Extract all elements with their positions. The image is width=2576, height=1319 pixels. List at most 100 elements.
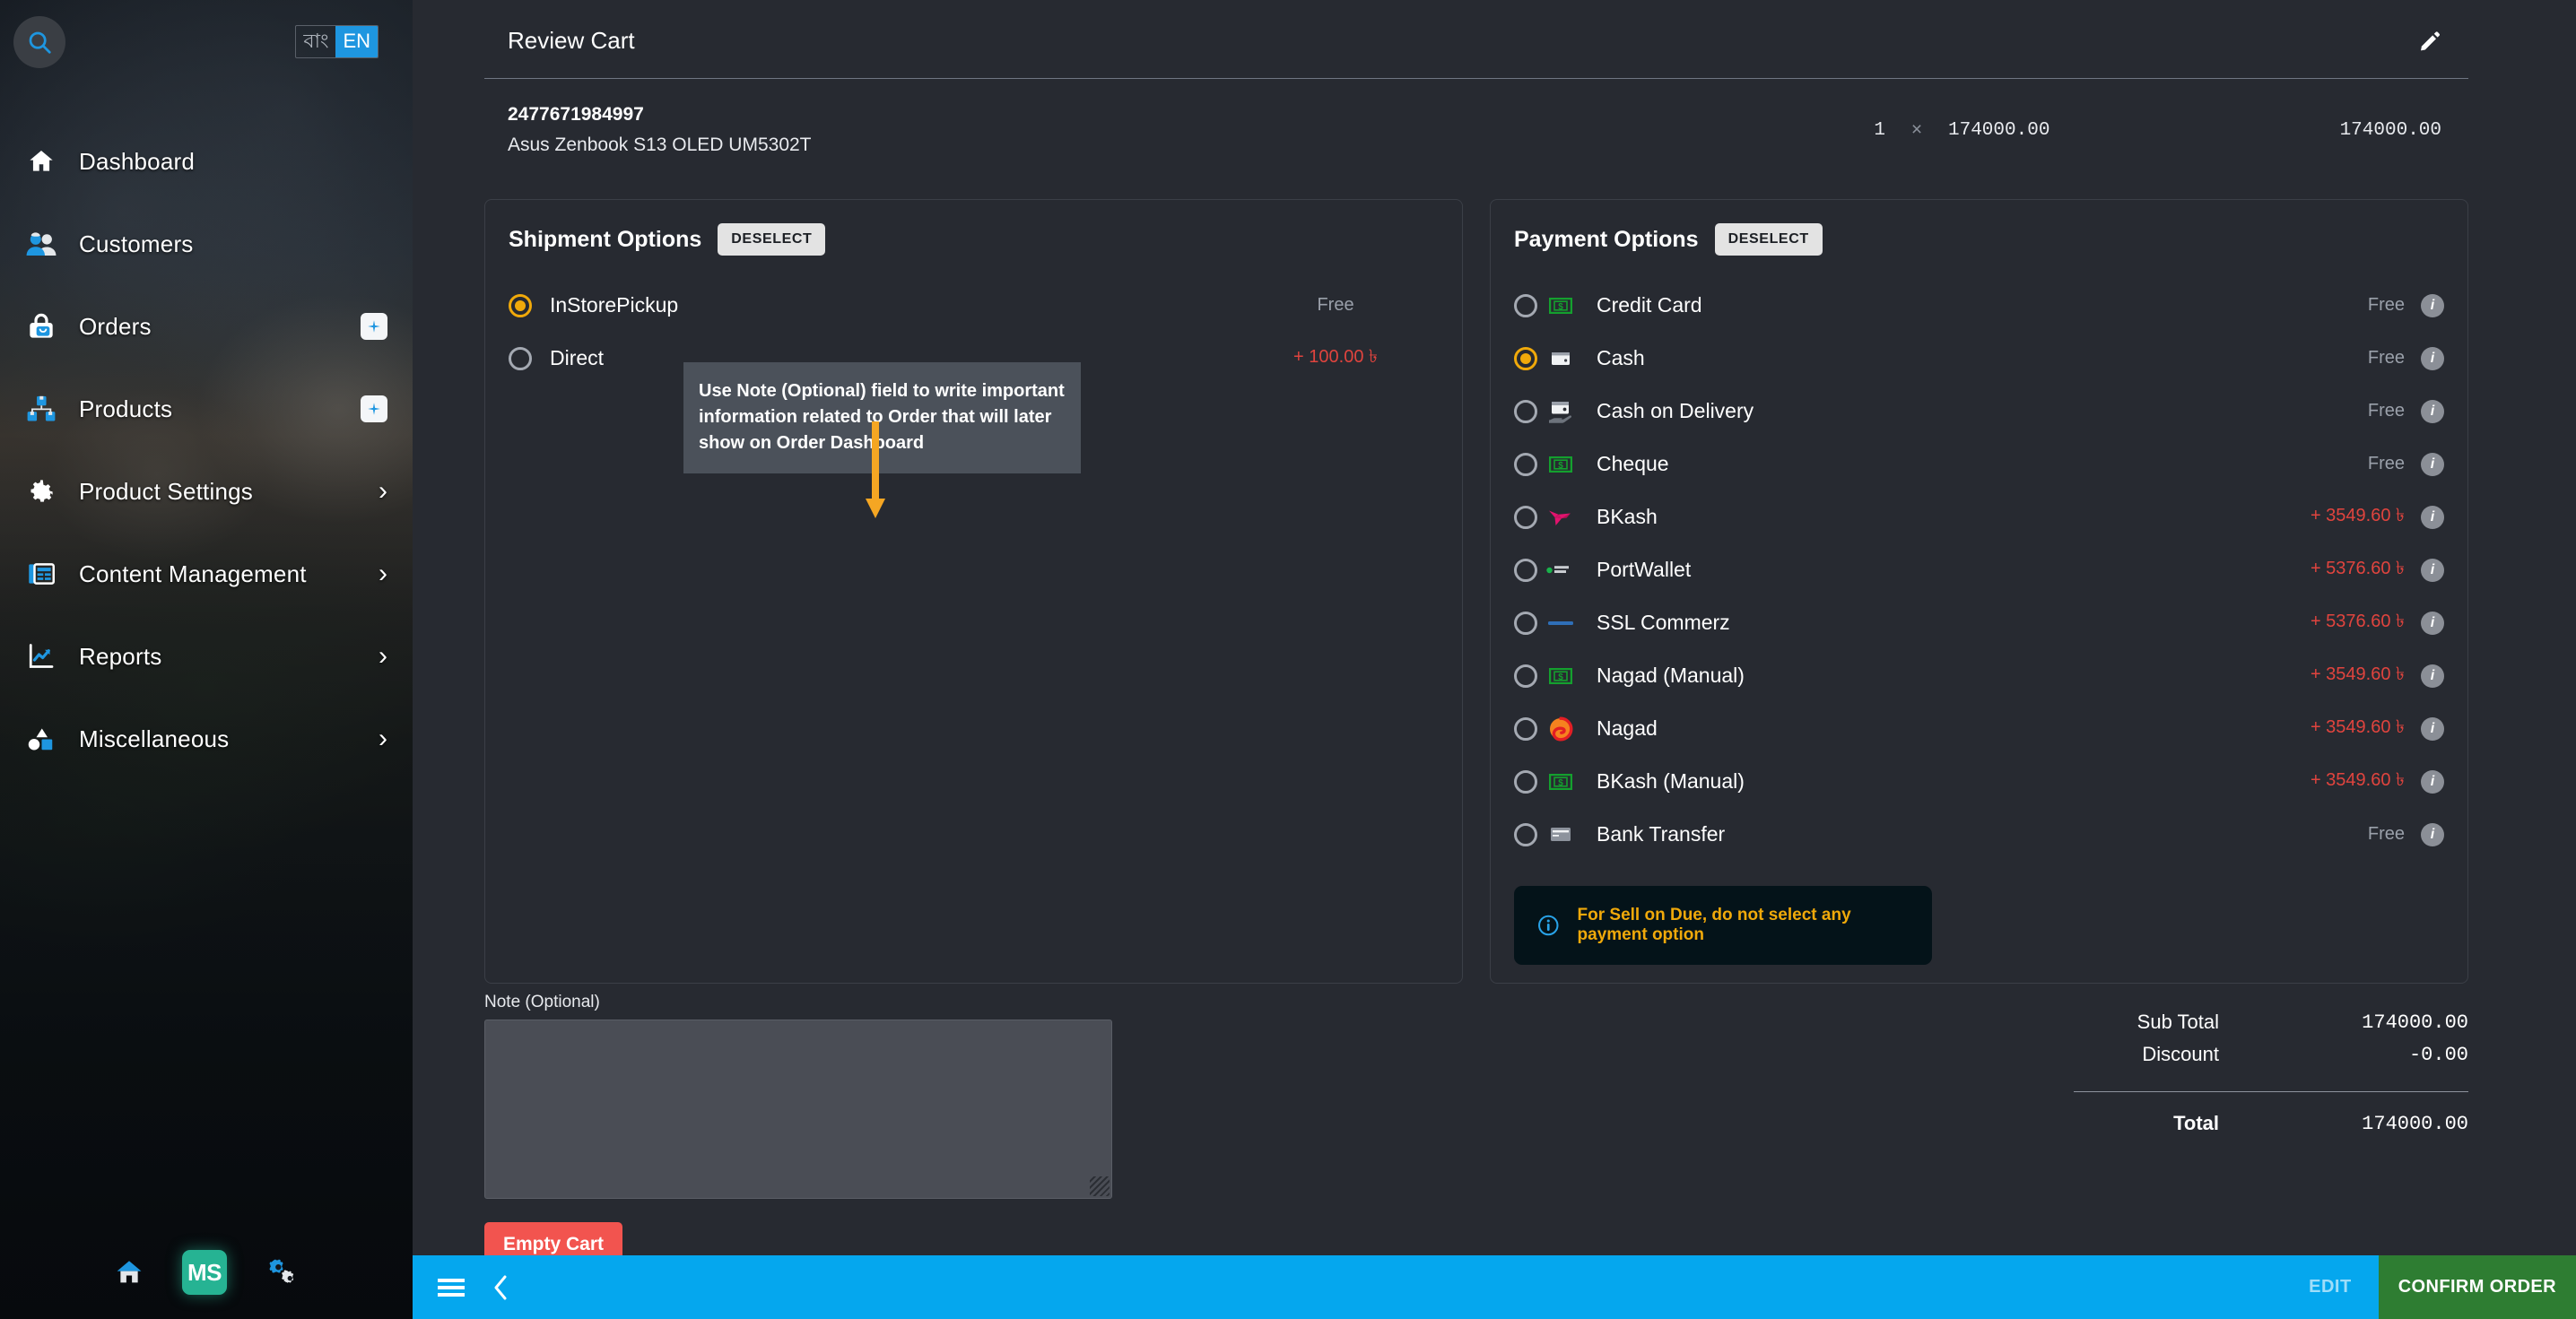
info-icon[interactable]: i — [2421, 293, 2444, 317]
radio-icon[interactable] — [1514, 558, 1537, 582]
subtotal-value: 174000.00 — [2362, 1011, 2468, 1034]
cart-page: Review Cart 2477671984997 Asus Zenbook S… — [413, 0, 2576, 1267]
shipment-deselect-button[interactable]: DESELECT — [718, 223, 826, 256]
edit-button[interactable]: EDIT — [2282, 1255, 2379, 1319]
item-line-total: 174000.00 — [2339, 119, 2441, 141]
radio-icon[interactable] — [509, 293, 532, 317]
note-label: Note (Optional) — [484, 993, 600, 1011]
shipment-options-panel: Shipment Options DESELECT InStorePickup … — [484, 199, 1463, 984]
bkash-icon — [1537, 507, 1584, 528]
sidebar-item-label: Miscellaneous — [79, 725, 230, 752]
radio-icon[interactable] — [1514, 769, 1537, 794]
search-button[interactable] — [13, 16, 65, 68]
sidebar-item-label: Customers — [79, 230, 194, 257]
chart-line-icon — [22, 643, 61, 670]
option-price: + 3549.60 ৳ — [2310, 717, 2405, 737]
back-button[interactable] — [486, 1270, 515, 1306]
discount-row: Discount -0.00 — [1966, 1043, 2468, 1066]
sidebar-item-reports[interactable]: Reports › — [0, 615, 413, 698]
sidebar-item-label: Content Management — [79, 560, 307, 587]
svg-text:$: $ — [1558, 673, 1563, 682]
menu-button[interactable] — [432, 1272, 470, 1303]
radio-icon[interactable] — [1514, 293, 1537, 317]
chevron-right-icon: › — [379, 724, 387, 753]
radio-icon[interactable] — [1514, 346, 1537, 370]
payment-option-cash[interactable]: Cash Free i — [1514, 332, 2444, 385]
option-price: Free — [2367, 454, 2405, 473]
payment-deselect-button[interactable]: DESELECT — [1714, 223, 1823, 256]
shipment-option-instorepickup[interactable]: InStorePickup Free — [509, 279, 1439, 332]
cart-header: Review Cart — [484, 0, 2468, 79]
option-label: InStorePickup — [550, 293, 679, 317]
option-label: Nagad — [1597, 716, 1658, 740]
info-icon[interactable]: i — [2421, 822, 2444, 846]
radio-icon[interactable] — [1514, 822, 1537, 846]
total-row: Total 174000.00 — [1966, 1112, 2468, 1135]
sidebar: বাং EN Dashboard Customers Orders Produc… — [0, 0, 413, 1319]
subtotal-row: Sub Total 174000.00 — [1966, 1011, 2468, 1034]
chevron-right-icon: › — [379, 476, 387, 506]
note-input[interactable] — [484, 1020, 1112, 1199]
language-option-en[interactable]: EN — [335, 26, 378, 57]
app-logo[interactable]: MS — [182, 1250, 227, 1295]
payment-option-portwallet[interactable]: PortWallet + 5376.60 ৳ i — [1514, 543, 2444, 596]
info-icon[interactable]: i — [2421, 716, 2444, 741]
info-icon[interactable]: i — [2421, 611, 2444, 635]
info-icon[interactable]: i — [2421, 452, 2444, 476]
banknote-icon: $ — [1537, 667, 1584, 684]
radio-icon[interactable] — [1514, 664, 1537, 688]
payment-option-nagad[interactable]: Nagad + 3549.60 ৳ i — [1514, 702, 2444, 755]
sidebar-item-content-management[interactable]: Content Management › — [0, 533, 413, 615]
sidebar-item-customers[interactable]: Customers — [0, 203, 413, 285]
payment-option-bkash-manual[interactable]: $ BKash (Manual) + 3549.60 ৳ i — [1514, 755, 2444, 808]
sidebar-item-orders[interactable]: Orders — [0, 285, 413, 368]
payment-option-nagad-manual[interactable]: $ Nagad (Manual) + 3549.60 ৳ i — [1514, 649, 2444, 702]
info-icon[interactable]: i — [2421, 558, 2444, 582]
info-icon[interactable]: i — [2421, 664, 2444, 688]
bottom-action-bar: EDIT CONFIRM ORDER — [413, 1255, 2576, 1319]
radio-icon[interactable] — [1514, 399, 1537, 423]
sidebar-item-miscellaneous[interactable]: Miscellaneous › — [0, 698, 413, 780]
payment-options-panel: Payment Options DESELECT $ Credit Card F… — [1490, 199, 2468, 984]
language-toggle[interactable]: বাং EN — [295, 25, 379, 58]
svg-text:$: $ — [1558, 778, 1563, 788]
banknote-icon: $ — [1537, 297, 1584, 314]
radio-icon[interactable] — [1514, 716, 1537, 741]
info-circle-icon — [1538, 915, 1559, 936]
add-order-button[interactable] — [361, 313, 387, 340]
payment-option-bkash[interactable]: BKash + 3549.60 ৳ i — [1514, 490, 2444, 543]
discount-value: -0.00 — [2408, 1043, 2468, 1066]
footer-home-button[interactable] — [114, 1257, 144, 1288]
payment-option-cash-on-delivery[interactable]: Cash on Delivery Free i — [1514, 385, 2444, 438]
footer-settings-button[interactable] — [265, 1257, 299, 1288]
radio-icon[interactable] — [1514, 452, 1537, 476]
radio-icon[interactable] — [509, 346, 532, 370]
confirm-order-button[interactable]: CONFIRM ORDER — [2378, 1255, 2576, 1319]
option-label: Credit Card — [1597, 293, 1702, 317]
sidebar-item-product-settings[interactable]: Product Settings › — [0, 450, 413, 533]
payment-option-ssl-commerz[interactable]: SSL Commerz + 5376.60 ৳ i — [1514, 596, 2444, 649]
option-price: + 3549.60 ৳ — [2310, 506, 2405, 525]
resize-handle-icon[interactable] — [1090, 1176, 1110, 1196]
subtotal-label: Sub Total — [2137, 1011, 2219, 1033]
add-product-button[interactable] — [361, 395, 387, 422]
payment-option-bank-transfer[interactable]: Bank Transfer Free i — [1514, 808, 2444, 861]
edit-cart-button[interactable] — [2418, 30, 2441, 53]
sidebar-item-products[interactable]: Products — [0, 368, 413, 450]
info-icon[interactable]: i — [2421, 769, 2444, 794]
radio-icon[interactable] — [1514, 505, 1537, 529]
payment-option-cheque[interactable]: $ Cheque Free i — [1514, 438, 2444, 490]
info-icon[interactable]: i — [2421, 346, 2444, 370]
info-icon[interactable]: i — [2421, 505, 2444, 529]
note-section: Note (Optional) Empty Cart — [484, 993, 1148, 1267]
home-icon — [117, 1261, 142, 1283]
option-price: + 3549.60 ৳ — [2310, 664, 2405, 684]
option-label: BKash — [1597, 505, 1658, 528]
payment-option-credit-card[interactable]: $ Credit Card Free i — [1514, 279, 2444, 332]
radio-icon[interactable] — [1514, 611, 1537, 635]
option-label: Cash on Delivery — [1597, 399, 1754, 422]
sidebar-item-dashboard[interactable]: Dashboard — [0, 120, 413, 203]
review-cart-card: Review Cart 2477671984997 Asus Zenbook S… — [484, 0, 2468, 183]
info-icon[interactable]: i — [2421, 399, 2444, 423]
language-option-bn[interactable]: বাং — [296, 26, 335, 57]
